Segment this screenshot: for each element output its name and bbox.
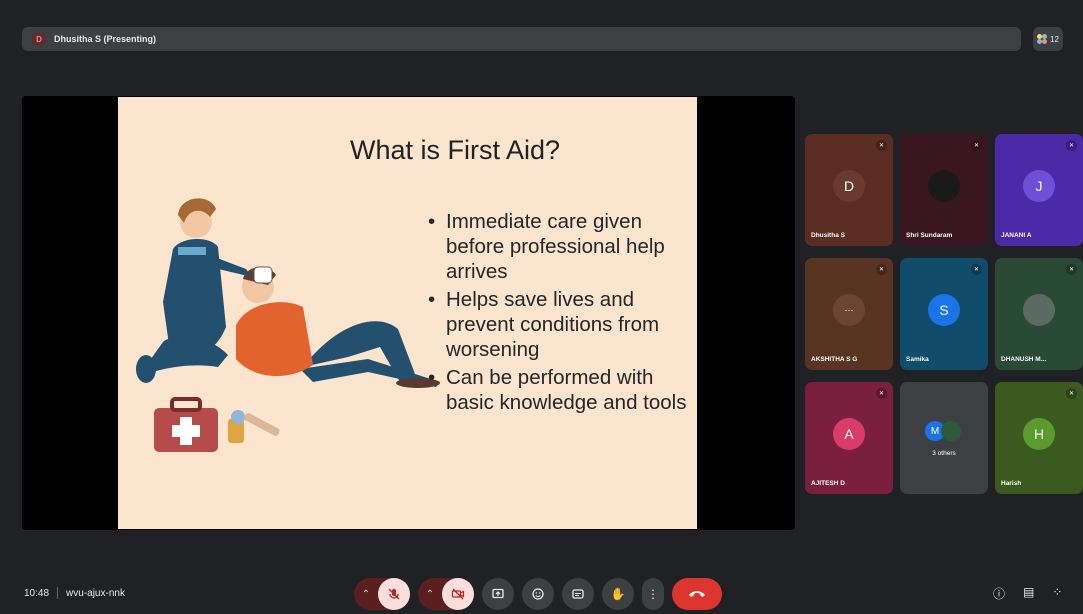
mic-off-icon: ✕ <box>971 140 982 151</box>
mic-off-icon: ✕ <box>1066 388 1077 399</box>
people-icon <box>1037 34 1048 44</box>
captions-icon[interactable] <box>562 578 594 610</box>
others-avatars: M <box>925 421 965 443</box>
mic-off-icon[interactable] <box>378 578 410 610</box>
mic-off-icon: ✕ <box>876 388 887 399</box>
meeting-details: 10:48 wvu-ajux-nnk <box>24 587 125 599</box>
presenting-banner[interactable]: D Dhusitha S (Presenting) <box>22 27 1021 51</box>
raise-hand-icon[interactable]: ✋ <box>602 578 634 610</box>
participant-tile[interactable]: ✕ Shri Sundaram <box>900 134 988 246</box>
presenter-avatar: D <box>32 32 46 46</box>
avatar: A <box>833 418 865 450</box>
emoji-icon[interactable] <box>522 578 554 610</box>
participant-tile[interactable]: ✕ ⋯ AKSHITHA S G <box>805 258 893 370</box>
slide-bullet: Helps save lives and prevent conditions … <box>424 287 694 362</box>
participant-name: DHANUSH M... <box>1001 356 1047 363</box>
participant-name: Samika <box>906 356 929 363</box>
participants-chip[interactable]: 12 <box>1033 27 1063 51</box>
end-call-icon[interactable] <box>672 578 722 610</box>
mic-off-icon: ✕ <box>1066 264 1077 275</box>
divider <box>57 587 59 599</box>
participant-tile[interactable]: ✕ H Harish <box>995 382 1083 494</box>
side-panel-controls: ⓘ ▤ ⁘ <box>993 585 1062 602</box>
avatar: ⋯ <box>833 294 865 326</box>
participant-name: Dhusitha S <box>811 232 845 239</box>
participant-tile[interactable]: ✕ A AJITESH D <box>805 382 893 494</box>
slide-bullet: Immediate care given before professional… <box>424 209 694 284</box>
chat-icon[interactable]: ▤ <box>1023 585 1034 602</box>
participant-name: AJITESH D <box>811 480 845 487</box>
presenting-label: Dhusitha S (Presenting) <box>54 34 157 44</box>
participant-tile[interactable]: ✕ S Samika <box>900 258 988 370</box>
mic-off-icon: ✕ <box>876 264 887 275</box>
participant-tile[interactable]: ✕ J JANANI A <box>995 134 1083 246</box>
avatar: D <box>833 170 865 202</box>
slide-bullet-list: Immediate care given before professional… <box>424 209 694 418</box>
chevron-up-icon[interactable]: ⌃ <box>354 578 378 610</box>
avatar: J <box>1023 170 1055 202</box>
chevron-up-icon[interactable]: ⌃ <box>418 578 442 610</box>
more-options-icon[interactable]: ⋮ <box>642 578 664 610</box>
participant-count: 12 <box>1050 34 1059 44</box>
meet-window: D Dhusitha S (Presenting) 12 What is Fir… <box>0 0 1083 614</box>
slide-bullet: Can be performed with basic knowledge an… <box>424 365 694 415</box>
activities-icon[interactable]: ⁘ <box>1052 585 1062 602</box>
present-screen-icon[interactable] <box>482 578 514 610</box>
avatar: S <box>928 294 960 326</box>
avatar <box>928 170 960 202</box>
camera-off-icon[interactable] <box>442 578 474 610</box>
meeting-code: wvu-ajux-nnk <box>66 587 125 599</box>
mic-off-icon: ✕ <box>876 140 887 151</box>
mic-off-icon: ✕ <box>971 264 982 275</box>
camera-control: ⌃ <box>418 578 474 610</box>
slide-title: What is First Aid? <box>349 135 561 165</box>
participant-tile[interactable]: ✕ D Dhusitha S <box>805 134 893 246</box>
mic-off-icon: ✕ <box>1066 140 1077 151</box>
others-tile[interactable]: M 3 others <box>900 382 988 494</box>
info-icon[interactable]: ⓘ <box>993 585 1005 602</box>
avatar: H <box>1023 418 1055 450</box>
clock-time: 10:48 <box>24 587 50 599</box>
participant-name: Shri Sundaram <box>906 232 953 239</box>
participant-name: JANANI A <box>1001 232 1032 239</box>
participant-name: Harish <box>1001 480 1022 487</box>
mic-control: ⌃ <box>354 578 410 610</box>
participant-tile[interactable]: ✕ DHANUSH M... <box>995 258 1083 370</box>
participant-name: AKSHITHA S G <box>811 356 858 363</box>
call-controls: ⌃ ⌃ ✋ ⋮ <box>354 578 722 610</box>
presentation-slide: What is First Aid? Immediate care given … <box>118 97 697 529</box>
avatar <box>1023 294 1055 326</box>
others-label: 3 others <box>932 450 956 457</box>
avatar <box>941 421 961 441</box>
